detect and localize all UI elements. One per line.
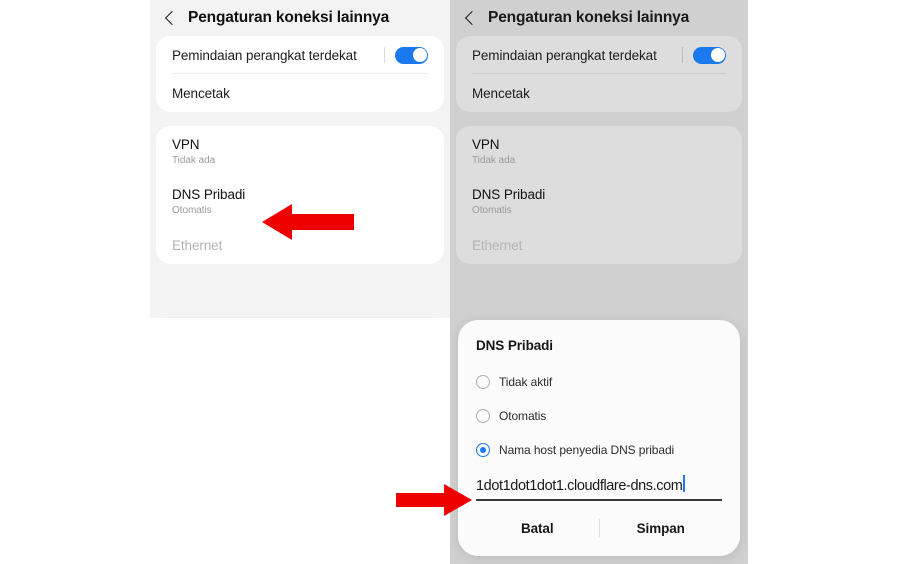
row-vpn[interactable]: VPN Tidak ada	[156, 126, 444, 176]
row-label: VPN	[172, 136, 200, 152]
radio-icon-selected[interactable]	[476, 443, 490, 457]
radio-option-off[interactable]: Tidak aktif	[476, 365, 722, 399]
nearby-scanning-toggle[interactable]	[395, 46, 428, 64]
card-spacer	[450, 112, 748, 126]
radio-icon[interactable]	[476, 375, 490, 389]
row-printing[interactable]: Mencetak	[156, 74, 444, 112]
row-label: Ethernet	[472, 237, 523, 253]
row-nearby-device-scanning[interactable]: Pemindaian perangkat terdekat	[156, 36, 444, 74]
row-label: Mencetak	[172, 85, 230, 101]
settings-card-two-left: VPN Tidak ada DNS Pribadi Otomatis Ether…	[156, 126, 444, 264]
page-title: Pengaturan koneksi lainnya	[188, 9, 390, 26]
row-ethernet: Ethernet	[456, 226, 742, 264]
row-subtitle: Otomatis	[172, 204, 212, 216]
cancel-button[interactable]: Batal	[476, 521, 599, 536]
row-label: DNS Pribadi	[172, 186, 246, 202]
toggle-area	[682, 46, 726, 64]
save-button[interactable]: Simpan	[600, 521, 723, 536]
private-dns-dialog: DNS Pribadi Tidak aktif Otomatis Nama ho…	[458, 320, 740, 556]
radio-icon[interactable]	[476, 409, 490, 423]
row-label: DNS Pribadi	[472, 186, 546, 202]
page-title: Pengaturan koneksi lainnya	[488, 9, 690, 26]
chevron-left-icon[interactable]	[160, 8, 180, 28]
row-subtitle: Tidak ada	[472, 154, 516, 166]
toggle-area	[384, 46, 428, 64]
arrow-right-icon	[396, 483, 472, 517]
dialog-actions: Batal Simpan	[476, 505, 722, 551]
arrow-left-icon	[262, 203, 354, 241]
settings-card-two-right: VPN Tidak ada DNS Pribadi Otomatis Ether…	[456, 126, 742, 264]
radio-label: Tidak aktif	[499, 375, 553, 389]
settings-screen-left: Pengaturan koneksi lainnya Pemindaian pe…	[150, 0, 450, 318]
settings-card-one-right: Pemindaian perangkat terdekat Mencetak	[456, 36, 742, 112]
row-nearby-device-scanning[interactable]: Pemindaian perangkat terdekat	[456, 36, 742, 74]
appbar-left: Pengaturan koneksi lainnya	[150, 0, 450, 36]
card-spacer	[150, 112, 450, 126]
row-printing[interactable]: Mencetak	[456, 74, 742, 112]
appbar-right: Pengaturan koneksi lainnya	[450, 0, 748, 36]
row-subtitle: Tidak ada	[172, 154, 216, 166]
radio-label: Otomatis	[499, 409, 547, 423]
dns-hostname-value: 1dot1dot1dot1.cloudflare-dns.com	[476, 478, 683, 494]
row-label: Mencetak	[472, 85, 530, 101]
nearby-scanning-toggle[interactable]	[693, 46, 726, 64]
text-cursor	[683, 475, 686, 492]
divider	[682, 47, 683, 63]
row-subtitle: Otomatis	[472, 204, 512, 216]
row-label: Pemindaian perangkat terdekat	[172, 47, 357, 63]
row-label: VPN	[472, 136, 500, 152]
settings-card-one-left: Pemindaian perangkat terdekat Mencetak	[156, 36, 444, 112]
dialog-title: DNS Pribadi	[476, 338, 553, 353]
radio-label: Nama host penyedia DNS pribadi	[499, 443, 675, 457]
chevron-left-icon[interactable]	[460, 8, 480, 28]
row-vpn[interactable]: VPN Tidak ada	[456, 126, 742, 176]
row-label: Ethernet	[172, 237, 223, 253]
row-label: Pemindaian perangkat terdekat	[472, 47, 657, 63]
radio-option-automatic[interactable]: Otomatis	[476, 399, 722, 433]
dns-hostname-field[interactable]: 1dot1dot1dot1.cloudflare-dns.com	[476, 473, 722, 501]
row-private-dns[interactable]: DNS Pribadi Otomatis	[456, 176, 742, 226]
radio-option-hostname[interactable]: Nama host penyedia DNS pribadi	[476, 433, 722, 467]
divider	[384, 47, 385, 63]
